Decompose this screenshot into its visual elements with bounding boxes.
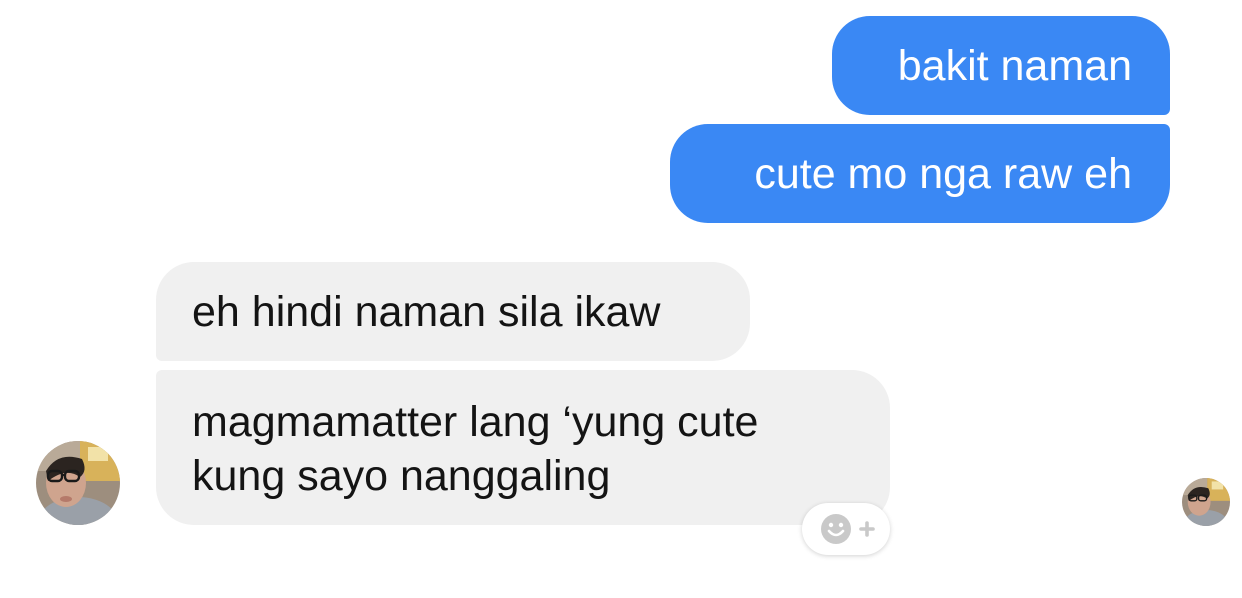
message-text: bakit naman <box>897 41 1132 90</box>
contact-avatar[interactable] <box>36 441 120 525</box>
smiley-plus-icon <box>821 514 875 544</box>
message-text: cute mo nga raw eh <box>754 149 1132 198</box>
avatar-photo <box>1182 478 1230 526</box>
sent-message-bubble[interactable]: bakit naman <box>832 16 1170 115</box>
avatar-photo <box>36 441 120 525</box>
message-text: eh hindi naman sila ikaw <box>192 287 661 336</box>
received-message-bubble[interactable]: eh hindi naman sila ikaw <box>156 262 750 361</box>
sent-message-bubble[interactable]: cute mo nga raw eh <box>670 124 1170 223</box>
received-message-bubble[interactable]: magmamatter lang ‘yung cute kung sayo na… <box>156 370 890 525</box>
message-text: magmamatter lang ‘yung cute kung sayo na… <box>192 397 759 500</box>
read-receipt-avatar <box>1182 478 1230 526</box>
add-reaction-button[interactable] <box>802 503 890 555</box>
